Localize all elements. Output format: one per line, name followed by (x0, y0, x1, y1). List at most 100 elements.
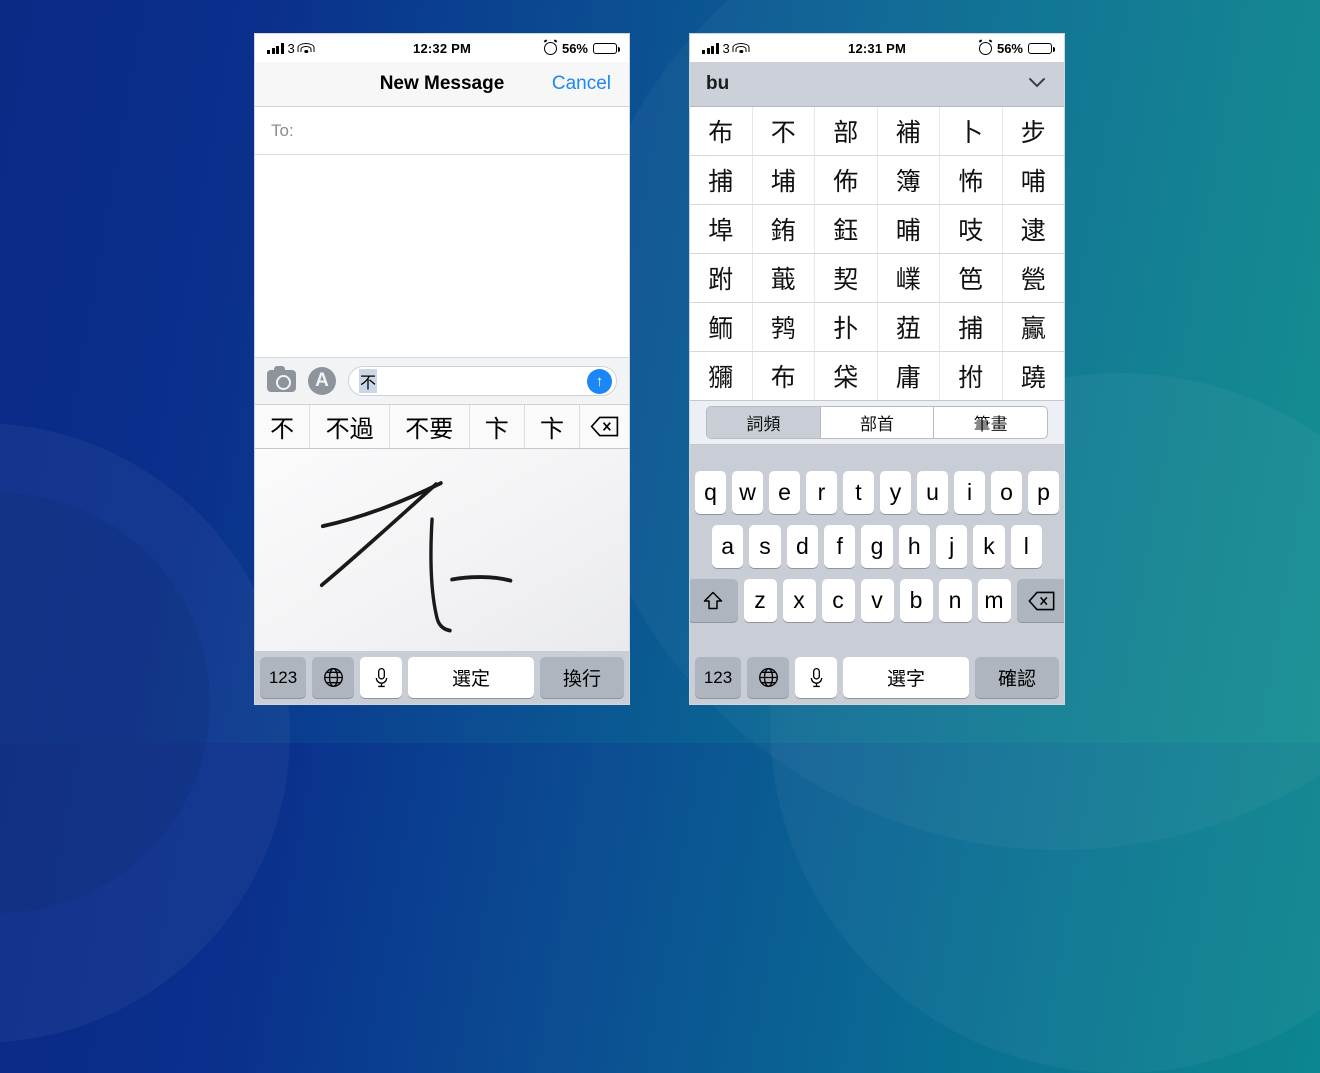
backspace-delete-icon[interactable] (1016, 579, 1064, 622)
char-grid-row: 布 不 部 補 卜 步 (690, 107, 1064, 156)
key-n[interactable]: n (938, 579, 972, 622)
space-confirm-key[interactable]: 選定 (408, 657, 534, 698)
key-a[interactable]: a (712, 525, 744, 568)
select-character-key[interactable]: 選字 (843, 657, 969, 698)
char-cell[interactable]: 鈺 (815, 205, 878, 253)
app-store-icon[interactable]: A (308, 367, 336, 395)
char-cell[interactable]: 不 (753, 107, 815, 155)
key-h[interactable]: h (898, 525, 930, 568)
tab-strokes[interactable]: 筆畫 (934, 407, 1047, 438)
char-cell[interactable]: 契 (815, 254, 878, 302)
key-x[interactable]: x (782, 579, 816, 622)
microphone-icon[interactable] (360, 657, 402, 698)
candidate-character-grid: 布 不 部 補 卜 步 捕 埔 佈 簿 怖 哺 埠 銪 鈺 晡 吱 逮 跗 蕺 … (690, 107, 1064, 401)
status-time: 12:31 PM (848, 40, 906, 56)
key-p[interactable]: p (1028, 471, 1059, 514)
globe-language-icon[interactable] (312, 657, 354, 698)
globe-language-icon[interactable] (747, 657, 789, 698)
battery-percent-label: 56% (561, 40, 588, 56)
char-cell[interactable]: 布 (690, 107, 753, 155)
char-cell[interactable]: 鹁 (753, 303, 815, 351)
char-cell[interactable]: 補 (878, 107, 940, 155)
char-cell[interactable]: 獼 (690, 352, 753, 400)
char-cell[interactable]: 莥 (878, 303, 940, 351)
key-l[interactable]: l (1010, 525, 1042, 568)
candidate-item[interactable]: 卞 (525, 405, 581, 448)
key-y[interactable]: y (880, 471, 911, 514)
tab-radical[interactable]: 部首 (821, 407, 935, 438)
candidate-item[interactable]: 不 (255, 405, 311, 448)
key-q[interactable]: q (695, 471, 726, 514)
char-cell[interactable]: 部 (815, 107, 878, 155)
key-m[interactable]: m (977, 579, 1011, 622)
char-cell[interactable]: 柋 (815, 352, 878, 400)
key-o[interactable]: o (991, 471, 1022, 514)
char-cell[interactable]: 哺 (1003, 156, 1065, 204)
candidate-item[interactable]: 不要 (390, 405, 470, 448)
char-cell[interactable]: 簿 (878, 156, 940, 204)
tab-frequency[interactable]: 詞頻 (707, 407, 821, 438)
candidate-item[interactable]: 不過 (310, 405, 390, 448)
key-v[interactable]: v (860, 579, 894, 622)
key-w[interactable]: w (732, 471, 763, 514)
key-j[interactable]: j (935, 525, 968, 568)
char-cell[interactable]: 晡 (878, 205, 940, 253)
char-cell[interactable]: 卜 (940, 107, 1003, 155)
key-r[interactable]: r (806, 471, 837, 514)
carrier-label: 3 (287, 40, 295, 56)
key-z[interactable]: z (743, 579, 777, 622)
char-cell[interactable]: 笆 (940, 254, 1003, 302)
char-cell[interactable]: 跗 (690, 254, 753, 302)
shift-up-arrow-icon[interactable] (690, 579, 738, 622)
key-s[interactable]: s (749, 525, 781, 568)
key-t[interactable]: t (843, 471, 874, 514)
message-compose-area[interactable] (255, 155, 629, 357)
char-cell[interactable]: 吱 (940, 205, 1003, 253)
backspace-delete-icon[interactable] (580, 405, 629, 448)
key-k[interactable]: k (973, 525, 1005, 568)
key-d[interactable]: d (786, 525, 818, 568)
message-input[interactable]: 不 ↑ (348, 366, 617, 396)
char-cell[interactable]: 逮 (1003, 205, 1065, 253)
char-cell[interactable]: 銪 (753, 205, 815, 253)
char-cell[interactable]: 拊 (940, 352, 1003, 400)
numeric-key[interactable]: 123 (260, 657, 306, 698)
key-c[interactable]: c (821, 579, 855, 622)
key-b[interactable]: b (899, 579, 933, 622)
key-g[interactable]: g (861, 525, 893, 568)
numeric-key[interactable]: 123 (695, 657, 741, 698)
char-cell[interactable]: 步 (1003, 107, 1065, 155)
recipient-field[interactable]: To: (255, 107, 629, 155)
char-cell[interactable]: 扑 (815, 303, 878, 351)
camera-icon[interactable] (267, 366, 296, 392)
key-f[interactable]: f (824, 525, 856, 568)
char-cell[interactable]: 蹺 (1003, 352, 1065, 400)
keyboard-row-3: z x c v b n m (690, 579, 1064, 622)
pinyin-input-bar[interactable]: bu (690, 62, 1064, 107)
char-cell[interactable]: 甇 (1003, 254, 1065, 302)
char-cell[interactable]: 佈 (815, 156, 878, 204)
char-cell[interactable]: 蕺 (753, 254, 815, 302)
char-cell[interactable]: 埔 (753, 156, 815, 204)
confirm-key[interactable]: 確認 (975, 657, 1059, 698)
char-cell[interactable]: 嶫 (878, 254, 940, 302)
microphone-icon[interactable] (795, 657, 837, 698)
key-u[interactable]: u (917, 471, 948, 514)
cancel-button[interactable]: Cancel (552, 73, 611, 95)
key-e[interactable]: e (769, 471, 800, 514)
char-cell[interactable]: 鲕 (690, 303, 753, 351)
char-cell[interactable]: 鸁 (1003, 303, 1065, 351)
handwriting-input-pad[interactable] (255, 449, 629, 651)
chevron-down-icon[interactable] (1026, 71, 1048, 98)
char-cell[interactable]: 埠 (690, 205, 753, 253)
candidate-item[interactable]: 卞 (470, 405, 525, 448)
char-cell[interactable]: 怖 (940, 156, 1003, 204)
char-cell[interactable]: 捕 (690, 156, 753, 204)
char-cell[interactable]: 布 (753, 352, 815, 400)
key-i[interactable]: i (954, 471, 985, 514)
send-arrow-up-icon[interactable]: ↑ (587, 368, 612, 394)
return-key[interactable]: 換行 (540, 657, 624, 698)
char-cell[interactable]: 庸 (878, 352, 940, 400)
char-cell[interactable]: 捕 (940, 303, 1003, 351)
message-input-value: 不 (359, 369, 378, 393)
